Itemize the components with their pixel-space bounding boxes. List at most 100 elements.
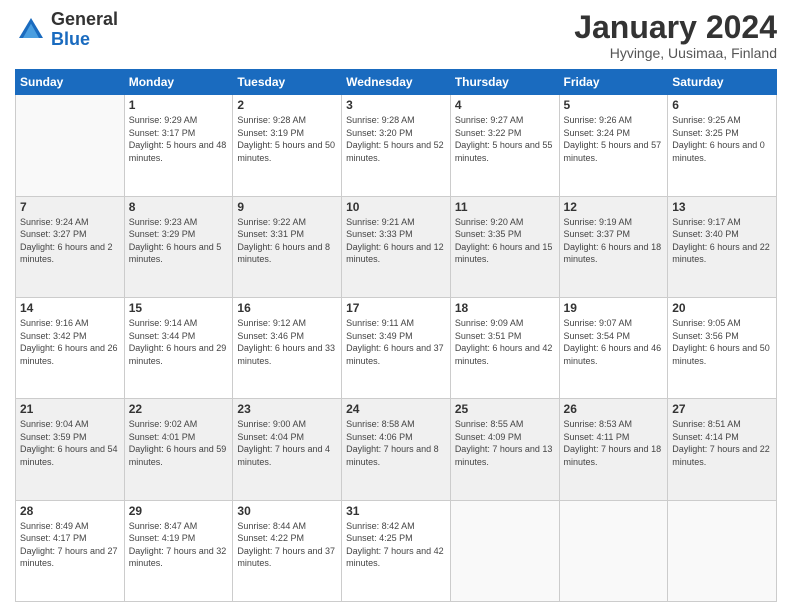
day-number: 21 [20, 402, 120, 416]
calendar-cell: 29 Sunrise: 8:47 AMSunset: 4:19 PMDayligh… [124, 500, 233, 601]
calendar-cell [668, 500, 777, 601]
day-info: Sunrise: 9:22 AMSunset: 3:31 PMDaylight:… [237, 216, 337, 266]
day-number: 24 [346, 402, 446, 416]
day-number: 18 [455, 301, 555, 315]
day-info: Sunrise: 8:49 AMSunset: 4:17 PMDaylight:… [20, 520, 120, 570]
day-number: 25 [455, 402, 555, 416]
col-header-sunday: Sunday [16, 70, 125, 95]
calendar-week-2: 7 Sunrise: 9:24 AMSunset: 3:27 PMDaylight… [16, 196, 777, 297]
day-number: 23 [237, 402, 337, 416]
day-info: Sunrise: 9:02 AMSunset: 4:01 PMDaylight:… [129, 418, 229, 468]
calendar-week-5: 28Sunrise: 8:49 AMSunset: 4:17 PMDayligh… [16, 500, 777, 601]
col-header-tuesday: Tuesday [233, 70, 342, 95]
col-header-monday: Monday [124, 70, 233, 95]
day-info: Sunrise: 9:07 AMSunset: 3:54 PMDaylight:… [564, 317, 664, 367]
day-number: 31 [346, 504, 446, 518]
day-info: Sunrise: 8:53 AMSunset: 4:11 PMDaylight:… [564, 418, 664, 468]
calendar-title: January 2024 [574, 10, 777, 45]
calendar-cell: 18Sunrise: 9:09 AMSunset: 3:51 PMDayligh… [450, 297, 559, 398]
calendar-cell: 30Sunrise: 8:44 AMSunset: 4:22 PMDayligh… [233, 500, 342, 601]
day-info: Sunrise: 8:44 AMSunset: 4:22 PMDaylight:… [237, 520, 337, 570]
logo-line2: Blue [51, 30, 118, 50]
day-number: 4 [455, 98, 555, 112]
day-info: Sunrise: 9:23 AMSunset: 3:29 PMDaylight:… [129, 216, 229, 266]
calendar-cell [16, 95, 125, 196]
calendar-cell: 20 Sunrise: 9:05 AMSunset: 3:56 PMDayligh… [668, 297, 777, 398]
day-info: Sunrise: 8:47 AMSunset: 4:19 PMDaylight:… [129, 520, 229, 570]
calendar-cell: 4 Sunrise: 9:27 AMSunset: 3:22 PMDaylight… [450, 95, 559, 196]
calendar-week-1: 1Sunrise: 9:29 AMSunset: 3:17 PMDaylight… [16, 95, 777, 196]
col-header-friday: Friday [559, 70, 668, 95]
calendar-cell: 6 Sunrise: 9:25 AMSunset: 3:25 PMDaylight… [668, 95, 777, 196]
col-header-thursday: Thursday [450, 70, 559, 95]
calendar-cell: 7 Sunrise: 9:24 AMSunset: 3:27 PMDaylight… [16, 196, 125, 297]
day-info: Sunrise: 9:28 AMSunset: 3:19 PMDaylight:… [237, 114, 337, 164]
day-number: 14 [20, 301, 120, 315]
day-info: Sunrise: 8:55 AMSunset: 4:09 PMDaylight:… [455, 418, 555, 468]
logo-line1: General [51, 10, 118, 30]
day-number: 29 [129, 504, 229, 518]
day-info: Sunrise: 9:12 AMSunset: 3:46 PMDaylight:… [237, 317, 337, 367]
day-info: Sunrise: 9:26 AMSunset: 3:24 PMDaylight:… [564, 114, 664, 164]
calendar-cell: 17 Sunrise: 9:11 AMSunset: 3:49 PMDayligh… [342, 297, 451, 398]
day-info: Sunrise: 9:14 AMSunset: 3:44 PMDaylight:… [129, 317, 229, 367]
title-block: January 2024 Hyvinge, Uusimaa, Finland [574, 10, 777, 61]
day-number: 26 [564, 402, 664, 416]
calendar-week-3: 14 Sunrise: 9:16 AMSunset: 3:42 PMDayligh… [16, 297, 777, 398]
day-number: 20 [672, 301, 772, 315]
calendar-subtitle: Hyvinge, Uusimaa, Finland [574, 45, 777, 61]
calendar-cell: 16 Sunrise: 9:12 AMSunset: 3:46 PMDayligh… [233, 297, 342, 398]
col-header-wednesday: Wednesday [342, 70, 451, 95]
calendar-cell: 3 Sunrise: 9:28 AMSunset: 3:20 PMDaylight… [342, 95, 451, 196]
day-number: 7 [20, 200, 120, 214]
day-number: 6 [672, 98, 772, 112]
day-number: 16 [237, 301, 337, 315]
calendar-cell: 25 Sunrise: 8:55 AMSunset: 4:09 PMDayligh… [450, 399, 559, 500]
calendar-cell: 27Sunrise: 8:51 AMSunset: 4:14 PMDayligh… [668, 399, 777, 500]
day-info: Sunrise: 9:20 AMSunset: 3:35 PMDaylight:… [455, 216, 555, 266]
calendar-cell: 2Sunrise: 9:28 AMSunset: 3:19 PMDaylight… [233, 95, 342, 196]
col-header-saturday: Saturday [668, 70, 777, 95]
day-info: Sunrise: 8:42 AMSunset: 4:25 PMDaylight:… [346, 520, 446, 570]
calendar-cell: 19 Sunrise: 9:07 AMSunset: 3:54 PMDayligh… [559, 297, 668, 398]
calendar-cell: 9 Sunrise: 9:22 AMSunset: 3:31 PMDaylight… [233, 196, 342, 297]
calendar-cell: 26 Sunrise: 8:53 AMSunset: 4:11 PMDayligh… [559, 399, 668, 500]
day-number: 17 [346, 301, 446, 315]
day-info: Sunrise: 9:19 AMSunset: 3:37 PMDaylight:… [564, 216, 664, 266]
day-info: Sunrise: 9:24 AMSunset: 3:27 PMDaylight:… [20, 216, 120, 266]
calendar-cell [559, 500, 668, 601]
calendar-week-4: 21 Sunrise: 9:04 AMSunset: 3:59 PMDayligh… [16, 399, 777, 500]
calendar-cell: 10Sunrise: 9:21 AMSunset: 3:33 PMDayligh… [342, 196, 451, 297]
day-info: Sunrise: 9:16 AMSunset: 3:42 PMDaylight:… [20, 317, 120, 367]
calendar-cell: 12 Sunrise: 9:19 AMSunset: 3:37 PMDayligh… [559, 196, 668, 297]
day-number: 15 [129, 301, 229, 315]
calendar-cell: 22Sunrise: 9:02 AMSunset: 4:01 PMDayligh… [124, 399, 233, 500]
calendar-cell: 1Sunrise: 9:29 AMSunset: 3:17 PMDaylight… [124, 95, 233, 196]
day-info: Sunrise: 9:25 AMSunset: 3:25 PMDaylight:… [672, 114, 772, 164]
calendar-cell: 24Sunrise: 8:58 AMSunset: 4:06 PMDayligh… [342, 399, 451, 500]
day-number: 13 [672, 200, 772, 214]
day-info: Sunrise: 9:29 AMSunset: 3:17 PMDaylight:… [129, 114, 229, 164]
day-info: Sunrise: 9:11 AMSunset: 3:49 PMDaylight:… [346, 317, 446, 367]
day-number: 19 [564, 301, 664, 315]
logo: General Blue [15, 10, 118, 50]
day-number: 9 [237, 200, 337, 214]
calendar-page: General Blue January 2024 Hyvinge, Uusim… [0, 0, 792, 612]
calendar-cell: 21 Sunrise: 9:04 AMSunset: 3:59 PMDayligh… [16, 399, 125, 500]
day-number: 12 [564, 200, 664, 214]
day-info: Sunrise: 9:27 AMSunset: 3:22 PMDaylight:… [455, 114, 555, 164]
day-number: 3 [346, 98, 446, 112]
day-info: Sunrise: 9:04 AMSunset: 3:59 PMDaylight:… [20, 418, 120, 468]
calendar-cell: 31 Sunrise: 8:42 AMSunset: 4:25 PMDayligh… [342, 500, 451, 601]
calendar-cell: 5 Sunrise: 9:26 AMSunset: 3:24 PMDaylight… [559, 95, 668, 196]
calendar-cell: 15 Sunrise: 9:14 AMSunset: 3:44 PMDayligh… [124, 297, 233, 398]
day-number: 10 [346, 200, 446, 214]
calendar-header-row: SundayMondayTuesdayWednesdayThursdayFrid… [16, 70, 777, 95]
calendar-cell: 14 Sunrise: 9:16 AMSunset: 3:42 PMDayligh… [16, 297, 125, 398]
calendar-cell: 13Sunrise: 9:17 AMSunset: 3:40 PMDayligh… [668, 196, 777, 297]
day-number: 5 [564, 98, 664, 112]
header: General Blue January 2024 Hyvinge, Uusim… [15, 10, 777, 61]
calendar-cell: 8Sunrise: 9:23 AMSunset: 3:29 PMDaylight… [124, 196, 233, 297]
day-info: Sunrise: 9:28 AMSunset: 3:20 PMDaylight:… [346, 114, 446, 164]
day-info: Sunrise: 9:05 AMSunset: 3:56 PMDaylight:… [672, 317, 772, 367]
